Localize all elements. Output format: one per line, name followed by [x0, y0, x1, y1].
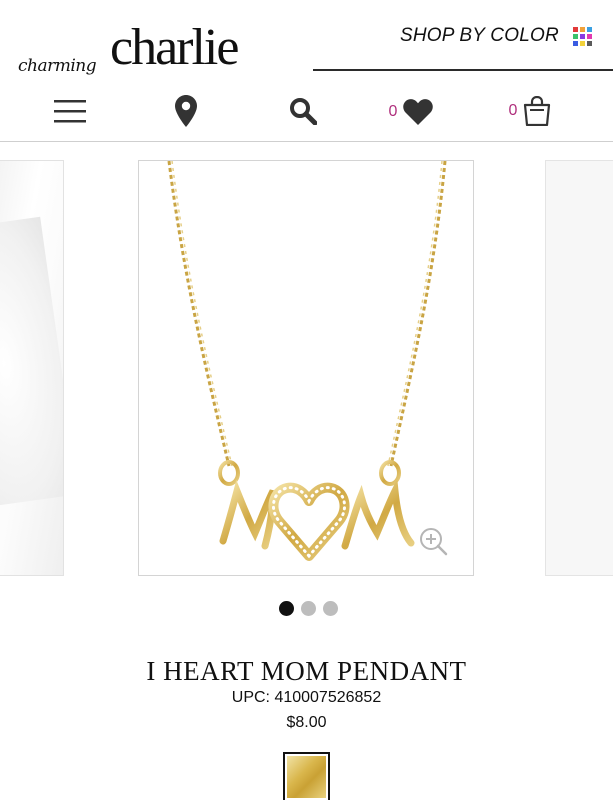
color-palette-icon — [572, 26, 592, 46]
product-upc: UPC: 410007526852 — [231, 689, 382, 706]
hamburger-icon — [54, 100, 86, 123]
palette-swatch-5 — [579, 33, 585, 39]
product-title: I HEART MOM PENDANT — [146, 656, 467, 686]
previous-slide-image[interactable] — [0, 160, 64, 576]
shop-by-color-label: SHOP BY COLOR — [400, 25, 559, 46]
carousel-pagination — [0, 601, 613, 616]
cart-count: 0 — [508, 102, 518, 119]
wishlist-count: 0 — [388, 103, 398, 120]
palette-swatch-8 — [579, 40, 585, 46]
palette-swatch-6 — [586, 33, 592, 39]
header-divider — [313, 69, 613, 71]
next-slide-image[interactable] — [545, 160, 613, 576]
carousel-dot-3[interactable] — [323, 601, 338, 616]
logo-wordmark: charlie — [110, 19, 239, 76]
store-locator-button[interactable] — [174, 95, 198, 127]
nav-divider — [0, 141, 613, 142]
wishlist-button[interactable]: 0 — [383, 97, 439, 127]
swatch-fill — [287, 756, 326, 798]
product-image[interactable] — [138, 160, 474, 576]
palette-swatch-3 — [586, 26, 592, 32]
carousel-dot-2[interactable] — [301, 601, 316, 616]
palette-swatch-9 — [586, 40, 592, 46]
map-pin-icon — [175, 95, 197, 127]
heart-icon — [403, 99, 434, 125]
search-icon — [290, 98, 317, 125]
search-button[interactable] — [288, 96, 318, 126]
menu-button[interactable] — [54, 96, 86, 126]
necklace-image — [167, 161, 448, 561]
cart-button[interactable]: 0 — [502, 95, 558, 127]
carousel-dot-1[interactable] — [279, 601, 294, 616]
palette-swatch-2 — [579, 26, 585, 32]
palette-swatch-4 — [572, 33, 578, 39]
previous-slide-product — [0, 216, 63, 506]
color-swatch-gold[interactable] — [283, 752, 330, 800]
palette-swatch-1 — [572, 26, 578, 32]
shop-by-color-link[interactable]: SHOP BY COLOR — [400, 25, 592, 47]
zoom-in-icon — [420, 528, 448, 556]
shopping-bag-icon — [524, 96, 551, 126]
palette-swatch-7 — [572, 40, 578, 46]
product-price: $8.00 — [286, 714, 327, 731]
logo-script: charming — [18, 56, 97, 76]
